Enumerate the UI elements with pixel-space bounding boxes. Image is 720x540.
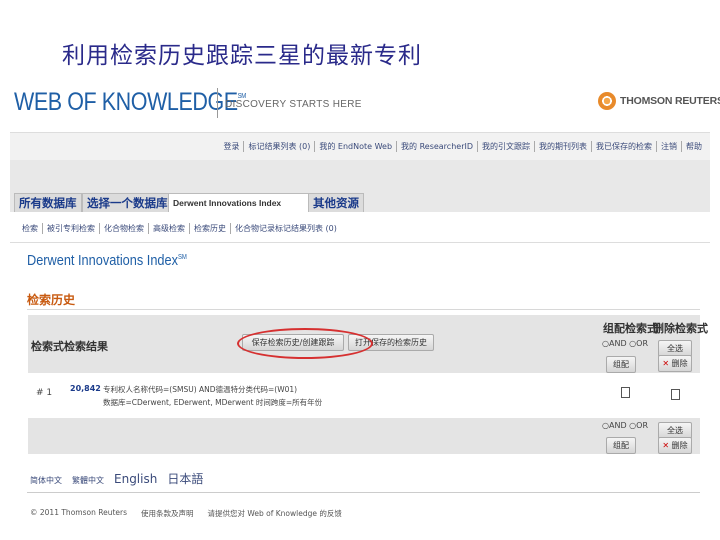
thomson-reuters-logo: THOMSON REUTERS (598, 92, 720, 110)
wok-logo-text: WEB OF KNOWLEDGE (14, 88, 238, 116)
delete-button-label: 删除 (671, 359, 688, 368)
subnav-search-history[interactable]: 检索历史 (189, 223, 230, 234)
footer-feedback-link[interactable]: 请提供您对 Web of Knowledge 的反馈 (208, 508, 342, 519)
database-title-text: Derwent Innovations Index (27, 252, 178, 269)
and-radio-icon[interactable]: ○ (602, 339, 609, 348)
toplink-help[interactable]: 帮助 (681, 141, 706, 152)
tab-all-databases[interactable]: 所有数据库 (14, 193, 82, 213)
delete-x-icon: ✕ (662, 359, 670, 368)
or-radio-label-bottom: OR (636, 421, 648, 430)
slide-title: 利用检索历史跟踪三星的最新专利 (62, 43, 422, 69)
and-radio-icon-bottom[interactable]: ○ (602, 421, 609, 430)
subnav-cited-patent[interactable]: 被引专利检索 (42, 223, 99, 234)
row-set-number: # 1 (36, 388, 53, 398)
delete-x-icon-bottom: ✕ (662, 441, 670, 450)
combine-button[interactable]: 组配 (606, 356, 636, 373)
toplink-researcherid[interactable]: 我的 ResearcherID (396, 141, 477, 152)
or-radio-label: OR (636, 339, 648, 348)
footer-copyright: © 2011 Thomson Reuters (30, 508, 128, 517)
col-combine: 组配检索式 (603, 322, 658, 335)
section-divider (27, 309, 700, 310)
tab-derwent[interactable]: Derwent Innovations Index (168, 193, 312, 213)
subnav-compound-marked-list[interactable]: 化合物记录标记结果列表 (0) (230, 223, 341, 234)
toplink-endnote[interactable]: 我的 EndNote Web (314, 141, 396, 152)
row-query: 专利权人名称代码=(SMSU) AND德温特分类代码=(W01) (103, 385, 298, 394)
combine-radio-group-bottom: ○AND ○OR (602, 421, 648, 430)
footer-divider (27, 492, 700, 493)
lang-japanese[interactable]: 日本語 (167, 470, 203, 487)
and-radio-label: AND (608, 339, 627, 348)
thomson-reuters-dot-icon (598, 92, 616, 110)
section-title: 检索历史 (27, 293, 76, 307)
col-search-set: 检索式 (31, 340, 64, 353)
tab-select-database[interactable]: 选择一个数据库 (82, 193, 173, 213)
tab-other-resources[interactable]: 其他资源 (308, 193, 364, 213)
subnav-advanced-search[interactable]: 高级检索 (148, 223, 189, 234)
subnav-compound-search[interactable]: 化合物检索 (99, 223, 148, 234)
footer-terms-link[interactable]: 使用条款及声明 (141, 508, 194, 519)
history-row: # 1 20,842 专利权人名称代码=(SMSU) AND德温特分类代码=(W… (28, 373, 700, 418)
delete-checkbox[interactable] (671, 389, 680, 400)
lang-simplified-chinese[interactable]: 简体中文 (30, 475, 62, 486)
logo-divider (217, 88, 218, 118)
sub-nav: 检索 被引专利检索 化合物检索 高级检索 检索历史 化合物记录标记结果列表 (0… (10, 212, 710, 243)
database-title-sm: SM (177, 254, 187, 261)
tagline: DISCOVERY STARTS HERE (225, 99, 362, 110)
red-highlight-ellipse (237, 328, 373, 359)
lang-english[interactable]: English (114, 472, 157, 486)
delete-button-bottom[interactable]: ✕ 删除 (658, 437, 692, 454)
thomson-reuters-text: THOMSON REUTERS (620, 95, 720, 107)
database-title: Derwent Innovations IndexSM (27, 252, 187, 269)
toplink-journal-list[interactable]: 我的期刊列表 (534, 141, 591, 152)
toplink-marked-list[interactable]: 标记结果列表 (0) (243, 141, 314, 152)
toplink-login[interactable]: 登录 (219, 141, 243, 152)
language-links: 简体中文 繁體中文 English 日本語 (30, 470, 213, 487)
toplink-citation-alerts[interactable]: 我的引文跟踪 (477, 141, 534, 152)
col-results: 检索结果 (64, 340, 108, 353)
toplink-logout[interactable]: 注销 (656, 141, 681, 152)
delete-button[interactable]: ✕ 删除 (658, 355, 692, 372)
combine-checkbox[interactable] (621, 387, 630, 398)
row-databases: 数据库=CDerwent, EDerwent, MDerwent 时间跨度=所有… (103, 398, 323, 407)
top-links: 登录 标记结果列表 (0) 我的 EndNote Web 我的 Research… (219, 141, 706, 152)
sub-nav-items: 检索 被引专利检索 化合物检索 高级检索 检索历史 化合物记录标记结果列表 (0… (22, 223, 341, 234)
row-result-count[interactable]: 20,842 (70, 384, 101, 393)
tab-bar: 所有数据库 选择一个数据库 Derwent Innovations Index … (10, 160, 710, 213)
top-bar: 登录 标记结果列表 (0) 我的 EndNote Web 我的 Research… (10, 132, 710, 161)
subnav-search[interactable]: 检索 (22, 223, 42, 234)
delete-button-bottom-label: 删除 (671, 441, 688, 450)
combine-radio-group: ○AND ○OR (602, 339, 648, 348)
history-footer-row: ○AND ○OR 组配 全选 ✕ 删除 (28, 418, 700, 454)
toplink-saved-searches[interactable]: 我已保存的检索 (591, 141, 656, 152)
col-delete: 删除检索式 (653, 322, 708, 335)
combine-button-bottom[interactable]: 组配 (606, 437, 636, 454)
footer: © 2011 Thomson Reuters 使用条款及声明 请提供您对 Web… (30, 508, 356, 519)
lang-traditional-chinese[interactable]: 繁體中文 (72, 475, 104, 486)
and-radio-label-bottom: AND (608, 421, 627, 430)
wok-logo[interactable]: WEB OF KNOWLEDGESM (14, 88, 246, 117)
